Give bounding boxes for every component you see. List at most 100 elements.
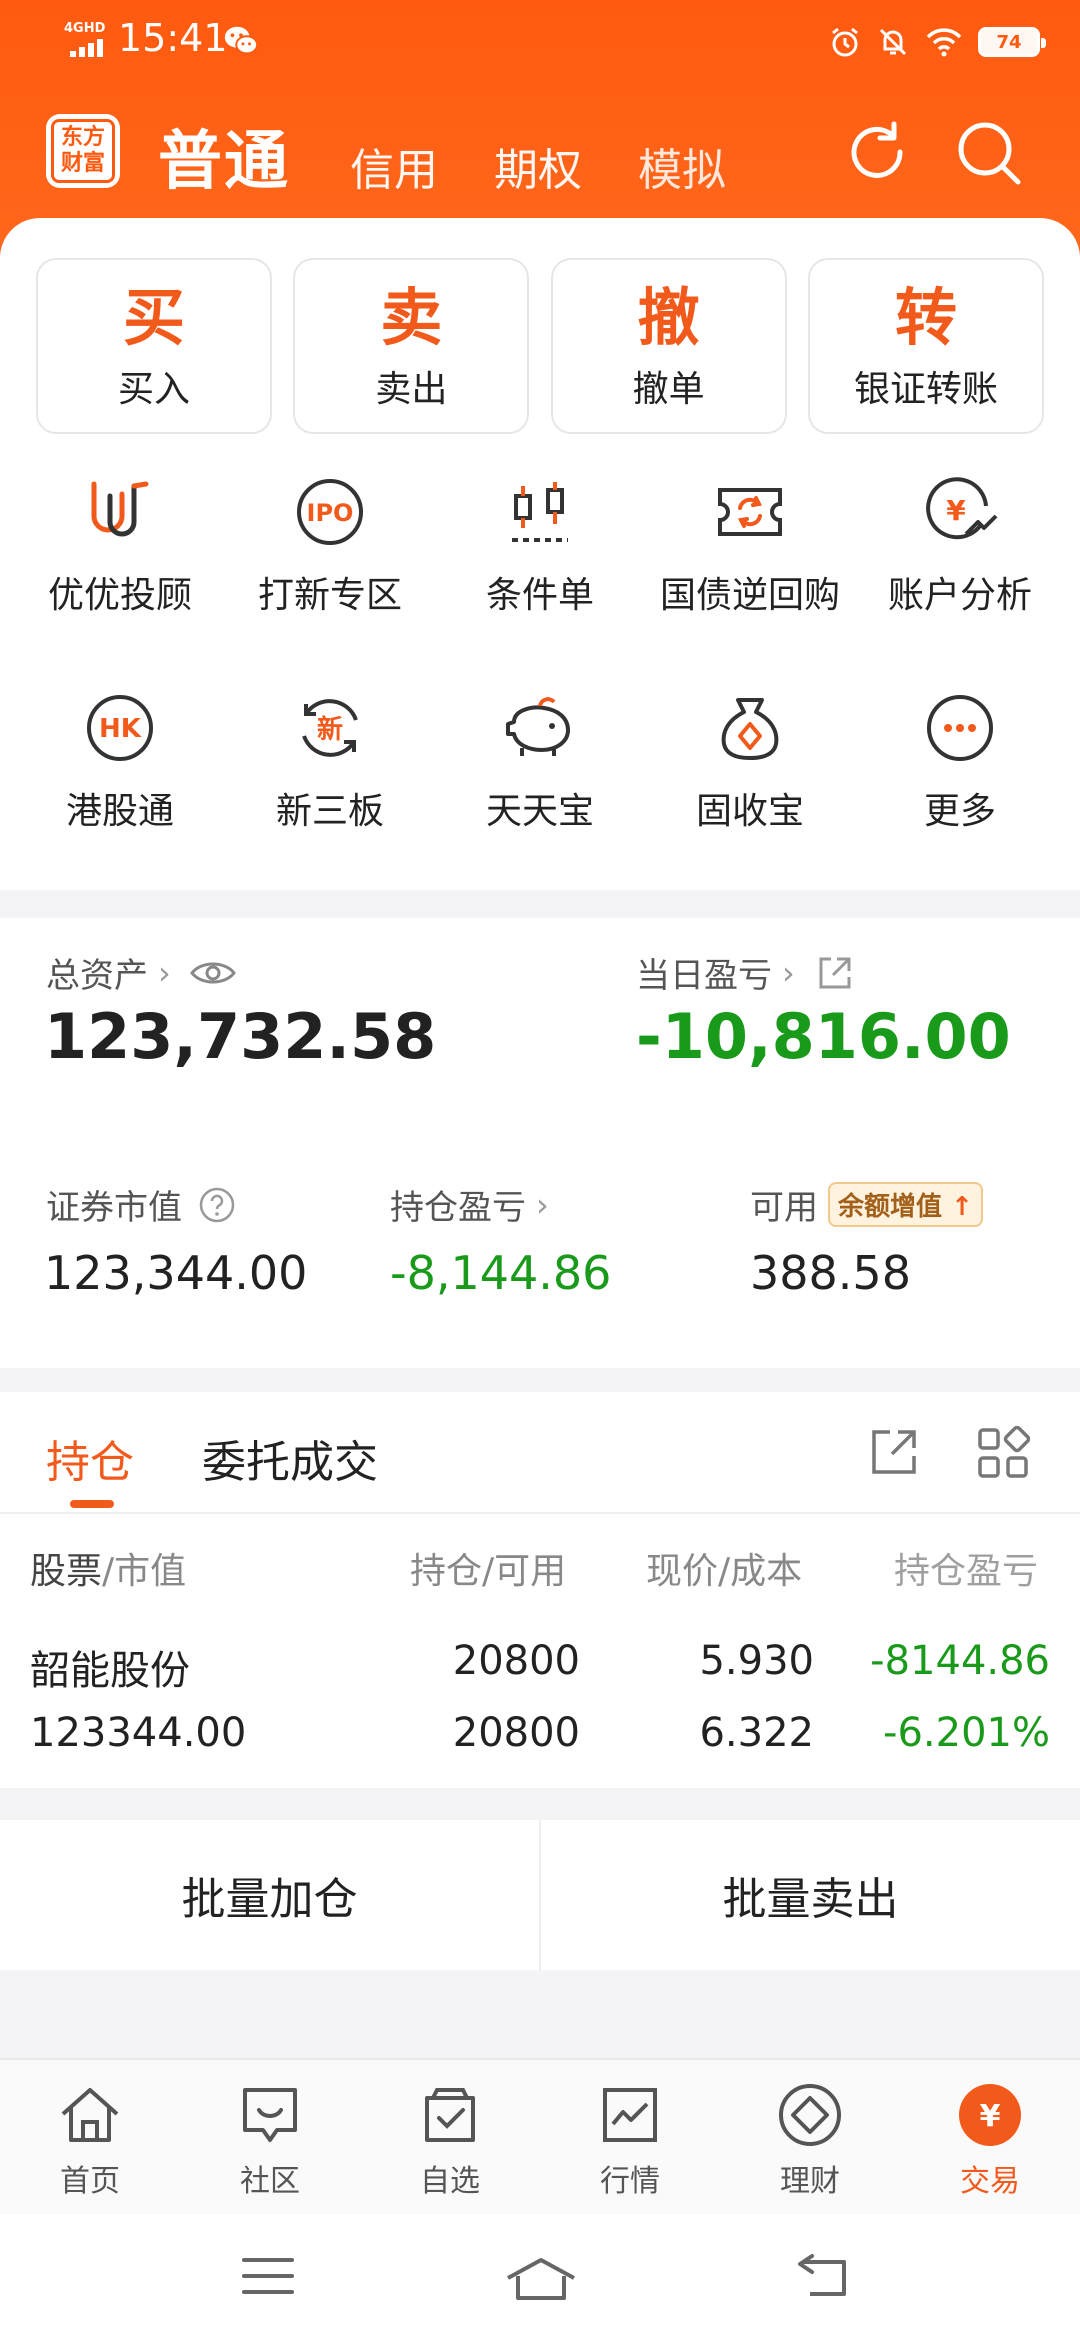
logo-text-1: 东方 [60,125,105,150]
wechat-icon [224,26,259,55]
chevron-right-icon: › [158,953,171,992]
tab-simulation[interactable]: 模拟 [638,134,726,198]
nav-label: 社区 [240,2164,300,2199]
chevron-right-icon: › [536,1185,549,1224]
daily-pl-label[interactable]: 当日盈亏 › [636,948,855,997]
tab-orders[interactable]: 委托成交 [202,1426,378,1490]
sell-glyph: 卖 [380,281,443,354]
feature-label: 天天宝 [485,791,594,832]
search-icon[interactable] [954,118,1026,190]
column-pl: 持仓盈亏 [894,1551,1039,1592]
nav-watchlist[interactable]: 自选 [360,2060,540,2214]
tab-holdings[interactable]: 持仓 [46,1426,134,1490]
cancel-glyph: 撤 [637,281,700,354]
buy-button[interactable]: 买 买入 [36,258,272,434]
app-logo: 东方 财富 [46,114,120,188]
feature-youyou[interactable]: 优优投顾 [15,472,225,632]
menu-icon[interactable] [240,2254,296,2298]
buy-label: 买入 [117,369,190,410]
feature-ipo[interactable]: IPO 打新专区 [225,472,435,632]
home-button-icon[interactable] [504,2254,578,2302]
position-pl-title: 持仓盈亏 [390,1188,526,1228]
wifi-icon [926,28,962,57]
community-icon [243,2088,297,2142]
bank-transfer-button[interactable]: 转 银证转账 [807,258,1044,434]
feature-gushoubao[interactable]: 固收宝 [645,688,855,848]
daily-pl-title: 当日盈亏 [636,956,772,996]
nav-community[interactable]: 社区 [180,2060,360,2214]
transfer-glyph: 转 [894,281,957,354]
batch-actions: 批量加仓 批量卖出 [0,1820,1080,1970]
signal-indicator: 4GHD [64,21,108,57]
total-assets-label[interactable]: 总资产 › [46,948,237,997]
position-qty: 20800 [452,1638,580,1684]
balance-boost-text: 余额增值 [838,1192,943,1222]
battery-icon: 74 [978,27,1046,57]
column-market-value-title: /市值 [102,1551,187,1592]
nav-market[interactable]: 行情 [540,2060,720,2214]
tab-normal[interactable]: 普通 [158,110,290,202]
current-price: 5.930 [699,1638,814,1684]
battery-level: 74 [996,31,1022,53]
eye-icon[interactable] [189,958,237,988]
status-time: 15:41 [118,16,228,60]
available-value: 388.58 [750,1246,911,1300]
nav-home[interactable]: 首页 [0,2060,180,2214]
position-pl-label[interactable]: 持仓盈亏 › [390,1180,549,1229]
column-price: 现价/成本 [646,1551,803,1592]
feature-new-third-board[interactable]: 新 新三板 [225,688,435,848]
alarm-icon [832,27,858,57]
back-icon[interactable] [790,2254,850,2302]
feature-account-analysis[interactable]: ¥ 账户分析 [855,472,1065,632]
nav-label: 首页 [60,2164,120,2199]
logo-text-2: 财富 [60,151,105,176]
feature-row-2: HK 港股通 新 新三板 天天宝 固收宝 更多 [0,688,1080,848]
cancel-label: 撤单 [632,369,705,410]
youyou-icon [91,481,149,537]
feature-reverse-repo[interactable]: 国债逆回购 [645,472,855,632]
nav-label: 理财 [780,2164,840,2199]
feature-label: 优优投顾 [47,575,192,616]
chevron-right-icon: › [782,953,795,992]
batch-add-button[interactable]: 批量加仓 [0,1820,539,1970]
grid-view-icon[interactable] [976,1426,1030,1480]
help-icon[interactable] [198,1186,236,1224]
available-label: 可用 余额增值 ↑ [750,1180,983,1229]
feature-label: 国债逆回购 [659,575,840,616]
refresh-icon[interactable] [842,118,912,188]
svg-text:¥: ¥ [980,2099,1001,2134]
feature-tiantianbao[interactable]: 天天宝 [435,688,645,848]
watchlist-icon [425,2088,475,2142]
feature-label: 固收宝 [695,791,804,832]
cost-price: 6.322 [699,1710,814,1756]
feature-conditional-order[interactable]: 条件单 [435,472,645,632]
balance-boost-badge[interactable]: 余额增值 ↑ [828,1182,983,1227]
home-icon [61,2088,119,2142]
bottom-navigation: 首页 社区 自选 行情 理财 ¥ 交易 [0,2058,1080,2214]
available-title: 可用 [750,1188,818,1228]
tab-options[interactable]: 期权 [494,134,582,198]
market-value-label: 证券市值 [46,1180,236,1229]
nav-wealth[interactable]: 理财 [720,2060,900,2214]
position-pl-value: -8,144.86 [390,1246,612,1300]
cancel-order-button[interactable]: 撤 撤单 [550,258,787,434]
export-icon[interactable] [868,1426,920,1478]
system-navigation-bar [0,2214,1080,2340]
position-pl-percent: -6.201% [883,1710,1050,1756]
feature-label: 更多 [923,791,996,832]
feature-hk-connect[interactable]: HK 港股通 [15,688,225,848]
tab-credit[interactable]: 信用 [350,134,438,198]
nav-label: 行情 [600,2164,660,2199]
share-icon[interactable] [815,953,855,993]
network-type: 4GHD [64,21,106,36]
nav-trade[interactable]: ¥ 交易 [900,2060,1080,2214]
svg-text:IPO: IPO [307,499,354,527]
batch-sell-button[interactable]: 批量卖出 [541,1820,1080,1970]
feature-label: 打新专区 [257,575,402,616]
market-icon [603,2088,657,2142]
feature-more[interactable]: 更多 [855,688,1065,848]
position-pl: -8144.86 [870,1638,1050,1684]
new-board-icon: 新 [302,699,358,757]
column-position: 持仓/可用 [410,1551,567,1592]
sell-button[interactable]: 卖 卖出 [293,258,530,434]
